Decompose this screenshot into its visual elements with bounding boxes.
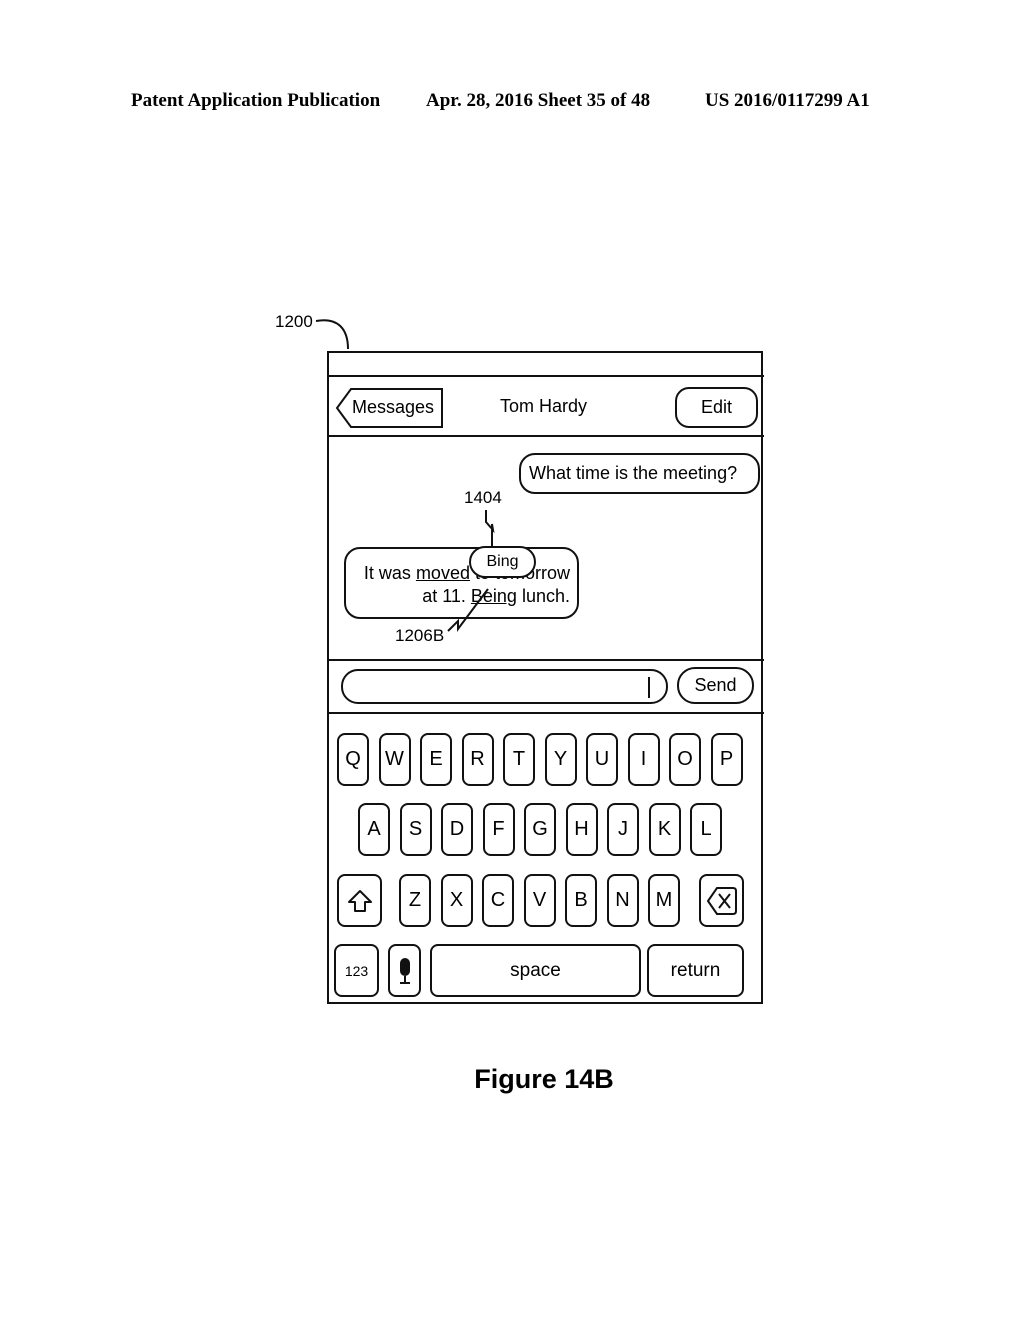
outgoing-message-bubble: What time is the meeting?	[519, 453, 760, 494]
shift-arrow-icon	[347, 889, 372, 912]
edit-button[interactable]: Edit	[675, 387, 758, 428]
message-input[interactable]	[341, 669, 668, 704]
conversation-title: Tom Hardy	[500, 396, 588, 416]
keyboard-row-3: Z X C V B N M	[399, 874, 680, 927]
misspelled-word-moved[interactable]: moved	[416, 563, 470, 583]
key-o[interactable]: O	[669, 733, 701, 786]
figure-caption: Figure 14B	[474, 1064, 614, 1094]
key-m[interactable]: M	[648, 874, 680, 927]
key-w[interactable]: W	[378, 733, 411, 786]
key-y[interactable]: Y	[544, 733, 577, 786]
ref-label-1404: 1404	[464, 488, 502, 507]
suggestion-bubble[interactable]: Bing	[469, 546, 536, 578]
key-q[interactable]: Q	[337, 733, 369, 786]
keyboard-row-2: A S D F G H J K L	[358, 803, 722, 856]
key-l[interactable]: L	[690, 803, 722, 856]
send-button[interactable]: Send	[677, 667, 754, 704]
key-t[interactable]: T	[503, 733, 535, 786]
ref-label-1206b: 1206B	[395, 626, 445, 645]
key-z[interactable]: Z	[399, 874, 431, 927]
keyboard-row-1: Q W E R T Y U I O P	[337, 733, 743, 786]
key-s[interactable]: S	[399, 803, 432, 856]
status-bar-divider	[327, 375, 764, 377]
backspace-key[interactable]	[699, 874, 744, 927]
key-c[interactable]: C	[482, 874, 514, 927]
key-g[interactable]: G	[524, 803, 556, 856]
backspace-icon	[706, 886, 737, 915]
back-button-label: Messages	[352, 397, 435, 417]
back-button[interactable]: Messages	[335, 388, 444, 428]
dictation-key[interactable]	[388, 944, 421, 997]
shift-key[interactable]	[337, 874, 382, 927]
key-x[interactable]: X	[440, 874, 473, 927]
date-sheet: Apr. 28, 2016 Sheet 35 of 48	[426, 90, 651, 111]
leader-line-1200	[315, 319, 349, 350]
patent-number: US 2016/0117299 A1	[705, 90, 870, 111]
key-n[interactable]: N	[606, 874, 639, 927]
leader-line-1206b	[447, 588, 489, 632]
publication-label: Patent Application Publication	[131, 90, 381, 111]
microphone-icon	[399, 957, 410, 984]
key-d[interactable]: D	[441, 803, 473, 856]
key-h[interactable]: H	[565, 803, 598, 856]
numbers-key[interactable]: 123	[334, 944, 379, 997]
key-b[interactable]: B	[565, 874, 597, 927]
key-a[interactable]: A	[358, 803, 390, 856]
key-f[interactable]: F	[482, 803, 515, 856]
return-key[interactable]: return	[647, 944, 744, 997]
key-e[interactable]: E	[420, 733, 452, 786]
conversation-divider	[327, 659, 764, 661]
incoming-line-1: It was moved to tomorrow	[363, 563, 570, 583]
nav-bar-divider	[327, 435, 764, 437]
key-i[interactable]: I	[627, 733, 660, 786]
key-k[interactable]: K	[648, 803, 681, 856]
key-p[interactable]: P	[710, 733, 743, 786]
text-cursor	[648, 677, 650, 698]
ref-label-1200: 1200	[275, 312, 313, 331]
key-r[interactable]: R	[461, 733, 494, 786]
compose-divider	[327, 712, 764, 714]
space-key[interactable]: space	[430, 944, 641, 997]
key-u[interactable]: U	[586, 733, 618, 786]
key-j[interactable]: J	[607, 803, 639, 856]
key-v[interactable]: V	[523, 874, 556, 927]
